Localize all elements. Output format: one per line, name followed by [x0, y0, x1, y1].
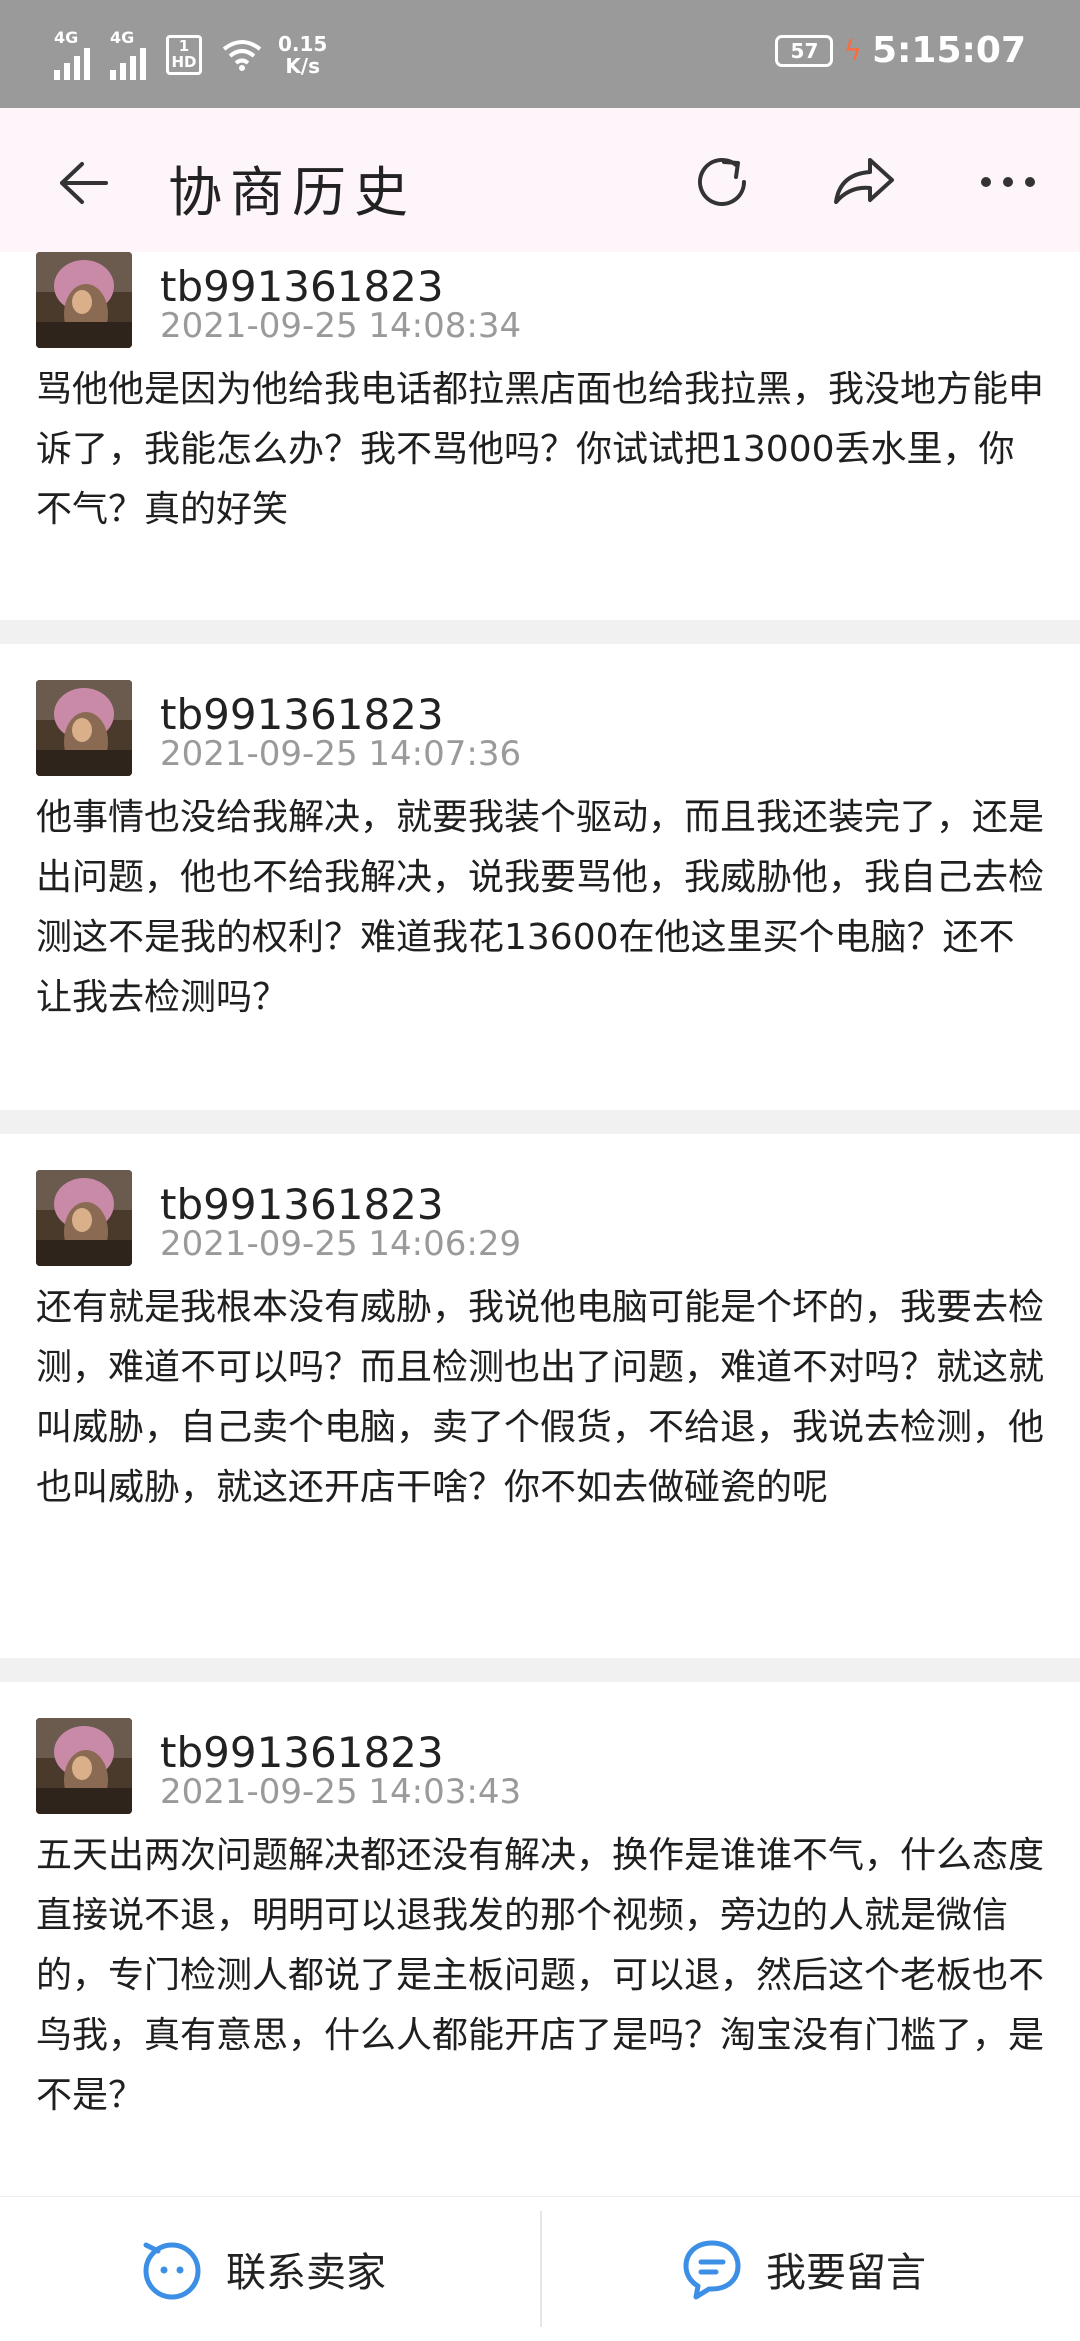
leave-message-button[interactable]: 我要留言 — [680, 2197, 926, 2341]
divider — [0, 1110, 1080, 1134]
contact-seller-button[interactable]: 联系卖家 — [140, 2197, 386, 2341]
divider — [0, 620, 1080, 644]
back-arrow-icon — [60, 162, 108, 204]
share-button[interactable] — [828, 146, 900, 218]
timestamp: 2021-09-25 14:07:36 — [160, 734, 522, 774]
username: tb991361823 — [160, 1728, 444, 1777]
clock: 5:15:07 — [871, 30, 1026, 71]
message-text: 还有就是我根本没有威胁，我说他电脑可能是个坏的，我要去检测，难道不可以吗？而且检… — [36, 1287, 1045, 1508]
message-card: tb991361823 2021-09-25 14:06:29 还有就是我根本没… — [0, 1134, 1080, 1562]
message-text: 五天出两次问题解决都还没有解决，换作是谁谁不气，什么态度直接说不退，明明可以退我… — [36, 1835, 1045, 2116]
avatar[interactable] — [36, 1718, 132, 1814]
timestamp: 2021-09-25 14:06:29 — [160, 1224, 522, 1264]
network-type-2: 4G — [110, 28, 135, 47]
more-options-button[interactable] — [972, 146, 1044, 218]
refresh-button[interactable] — [686, 146, 758, 218]
speed-unit: K/s — [285, 54, 321, 78]
hd-bottom: HD — [171, 53, 197, 71]
leave-message-label: 我要留言 — [766, 2250, 926, 2296]
wifi-icon — [222, 40, 262, 71]
divider — [540, 2211, 542, 2327]
timestamp: 2021-09-25 14:08:34 — [160, 306, 522, 346]
charging-icon: ϟ — [843, 33, 862, 67]
username: tb991361823 — [160, 1180, 444, 1229]
avatar-image — [36, 1718, 132, 1814]
signal-bars-icon — [54, 46, 90, 80]
avatar[interactable] — [36, 252, 132, 348]
message-card: tb991361823 2021-09-25 14:03:43 五天出两次问题解… — [0, 1682, 1080, 2194]
status-right: 57 ϟ 5:15:07 — [775, 30, 1026, 71]
signal-bars-icon — [110, 46, 146, 80]
username: tb991361823 — [160, 262, 444, 311]
status-bar: 4G 4G 1 HD 0.15 K/s 57 ϟ 5:15:07 — [0, 0, 1080, 108]
message-card: tb991361823 2021-09-25 14:08:34 骂他他是因为他给… — [0, 252, 1080, 618]
contact-seller-label: 联系卖家 — [226, 2250, 386, 2296]
timestamp: 2021-09-25 14:03:43 — [160, 1772, 522, 1812]
comment-bubble-icon — [683, 2240, 741, 2300]
speed-value: 0.15 — [278, 32, 328, 56]
back-button[interactable] — [50, 150, 116, 216]
avatar-image — [36, 680, 132, 776]
signal-2: 4G — [110, 30, 146, 80]
message-text: 他事情也没给我解决，就要我装个驱动，而且我还装完了，还是出问题，他也不给我解决，… — [36, 797, 1045, 1018]
more-dots-icon — [981, 177, 1035, 187]
battery-icon: 57 — [775, 34, 834, 67]
app-header: 协商历史 — [0, 108, 1080, 252]
avatar-image — [36, 252, 132, 348]
network-speed: 0.15 K/s — [278, 33, 327, 77]
share-arrow-icon — [834, 158, 894, 204]
avatar[interactable] — [36, 1170, 132, 1266]
signal-1: 4G — [54, 30, 90, 80]
network-type-1: 4G — [54, 28, 79, 47]
hd-voice-icon: 1 HD — [166, 35, 202, 75]
refresh-icon — [698, 157, 746, 206]
avatar-image — [36, 1170, 132, 1266]
message-card: tb991361823 2021-09-25 14:07:36 他事情也没给我解… — [0, 644, 1080, 1018]
bottom-action-bar: 联系卖家 我要留言 — [0, 2196, 1080, 2341]
hd-top: 1 — [178, 37, 190, 55]
chat-face-icon — [143, 2242, 201, 2300]
status-left: 4G 4G 1 HD 0.15 K/s — [54, 30, 327, 80]
username: tb991361823 — [160, 690, 444, 739]
divider — [0, 1658, 1080, 1682]
message-text: 骂他他是因为他给我电话都拉黑店面也给我拉黑，我没地方能申诉了，我能怎么办？我不骂… — [36, 369, 1045, 530]
avatar[interactable] — [36, 680, 132, 776]
negotiation-history-list[interactable]: tb991361823 2021-09-25 14:08:34 骂他他是因为他给… — [0, 252, 1080, 2194]
page-title: 协商历史 — [168, 161, 416, 224]
